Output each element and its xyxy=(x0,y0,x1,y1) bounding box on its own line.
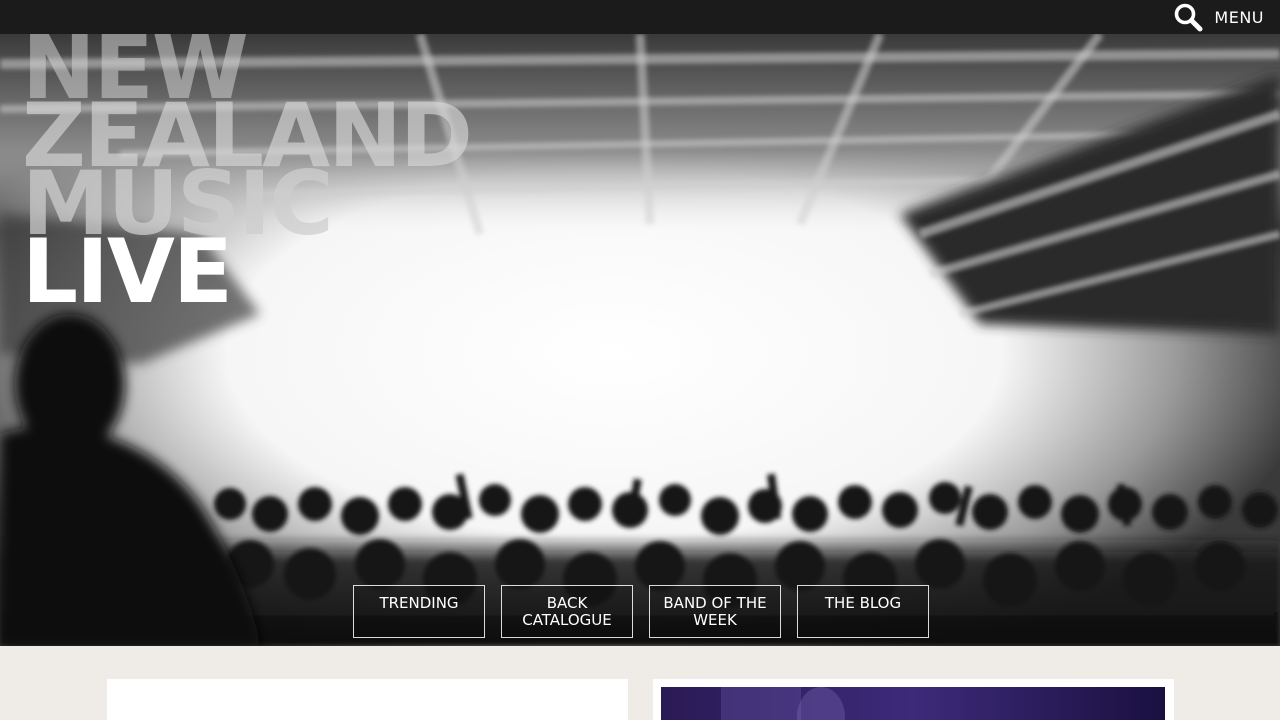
menu-button[interactable]: MENU xyxy=(1172,0,1264,34)
site-logo[interactable]: NEW ZEALAND MUSIC LIVE xyxy=(22,34,473,316)
content-card[interactable] xyxy=(107,679,628,720)
band-of-the-week-button[interactable]: BAND OF THE WEEK xyxy=(649,585,781,638)
back-catalogue-button[interactable]: BACK CATALOGUE xyxy=(501,585,633,638)
band-photo xyxy=(661,687,1165,720)
hero-banner: NEW ZEALAND MUSIC LIVE TRENDING BACK CAT… xyxy=(0,34,1280,646)
section-nav: TRENDING BACK CATALOGUE BAND OF THE WEEK… xyxy=(353,585,929,638)
trending-button[interactable]: TRENDING xyxy=(353,585,485,638)
the-blog-button[interactable]: THE BLOG xyxy=(797,585,929,638)
search-icon[interactable] xyxy=(1172,1,1204,33)
top-bar: MENU xyxy=(0,0,1280,34)
menu-label[interactable]: MENU xyxy=(1214,8,1264,27)
content-card[interactable] xyxy=(653,679,1174,720)
content-area xyxy=(0,646,1280,720)
card-thumbnail[interactable] xyxy=(661,687,1165,720)
